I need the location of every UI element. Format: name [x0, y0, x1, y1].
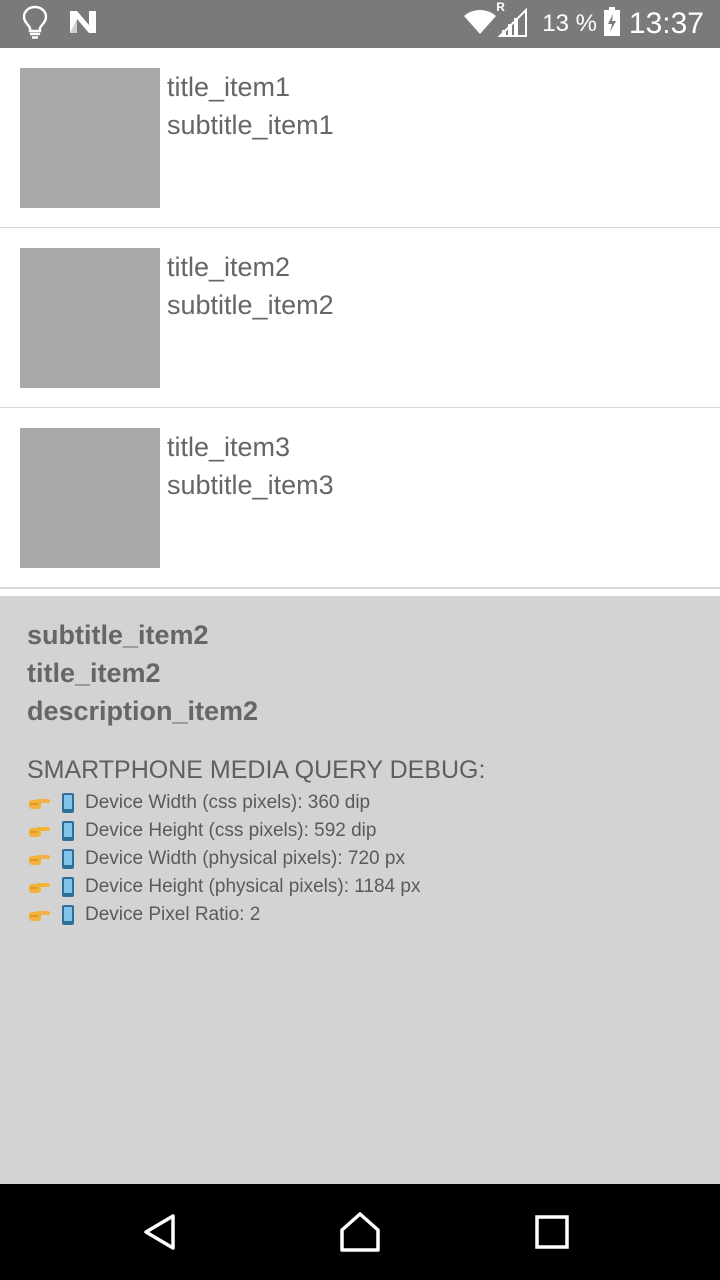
back-icon: [144, 1214, 175, 1250]
lightbulb-icon: [22, 5, 48, 44]
debug-row: Device Pixel Ratio: 2: [27, 903, 260, 927]
home-icon: [340, 1212, 380, 1252]
home-button[interactable]: [336, 1208, 384, 1256]
debug-row: Device Height (css pixels): 592 dip: [27, 819, 376, 843]
item-subtitle: subtitle_item3: [167, 470, 334, 500]
debug-row: Device Width (css pixels): 360 dip: [27, 791, 370, 815]
status-bar-system: R 13 % 13:37: [462, 0, 704, 48]
list-item[interactable]: title_item2 subtitle_item2: [0, 228, 720, 409]
debug-row-text: Device Width (css pixels): 360 dip: [85, 792, 371, 813]
back-button[interactable]: [136, 1208, 184, 1256]
status-bar: R 13 % 13:37: [0, 0, 720, 48]
pointing-hand-icon: [29, 855, 50, 865]
debug-row-text: Device Height (css pixels): 592 dip: [85, 820, 377, 841]
item-title: title_item2: [167, 252, 291, 282]
item-thumbnail: [20, 428, 160, 568]
roaming-indicator: R: [496, 0, 505, 14]
pointing-hand-icon: [29, 883, 50, 893]
item-subtitle: subtitle_item2: [167, 290, 334, 320]
item-thumbnail: [20, 68, 160, 208]
list-item[interactable]: title_item1 subtitle_item1: [0, 48, 720, 229]
debug-row-text: Device Pixel Ratio: 2: [85, 904, 261, 925]
clock: 13:37: [628, 7, 704, 40]
wifi-icon: [462, 8, 498, 41]
signal-icon: R: [496, 0, 528, 43]
recents-button[interactable]: [528, 1208, 576, 1256]
item-title: title_item3: [167, 432, 291, 462]
mobile-phone-icon: [62, 877, 74, 897]
debug-row: Device Width (physical pixels): 720 px: [27, 847, 405, 871]
pointing-hand-icon: [29, 911, 50, 921]
item-subtitle: subtitle_item1: [167, 110, 334, 140]
navigation-bar: [0, 1184, 720, 1280]
screen: R 13 % 13:37 title_item1 subtitle_item1 …: [0, 0, 720, 1280]
detail-description: description_item2: [27, 696, 259, 726]
recents-icon: [535, 1215, 569, 1249]
item-title: title_item1: [167, 72, 291, 102]
battery-percent: 13 %: [542, 10, 597, 37]
debug-row-text: Device Height (physical pixels): 1184 px: [85, 876, 421, 897]
n-logo-icon: [68, 9, 98, 40]
mobile-phone-icon: [62, 849, 74, 869]
detail-panel: subtitle_item2 title_item2 description_i…: [0, 596, 720, 1184]
status-bar-notifications: [22, 5, 98, 40]
detail-title: title_item2: [27, 658, 161, 688]
mobile-phone-icon: [62, 793, 74, 813]
item-thumbnail: [20, 248, 160, 388]
debug-row: Device Height (physical pixels): 1184 px: [27, 875, 420, 899]
debug-row-text: Device Width (physical pixels): 720 px: [85, 848, 405, 869]
list-item[interactable]: title_item3 subtitle_item3: [0, 408, 720, 589]
pointing-hand-icon: [29, 827, 50, 837]
mobile-phone-icon: [62, 821, 74, 841]
mobile-phone-icon: [62, 905, 74, 925]
debug-heading: SMARTPHONE MEDIA QUERY DEBUG:: [27, 756, 486, 784]
detail-subtitle: subtitle_item2: [27, 620, 209, 650]
battery-charging-icon: [603, 6, 621, 42]
pointing-hand-icon: [29, 799, 50, 809]
